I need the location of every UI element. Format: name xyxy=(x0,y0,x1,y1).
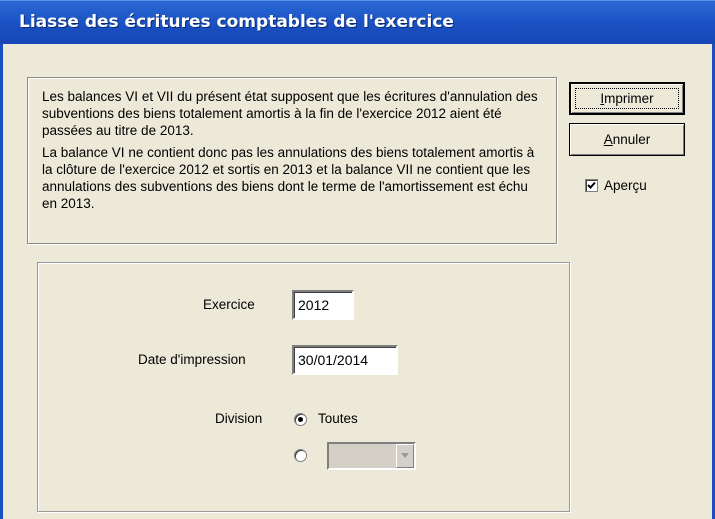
preview-checkbox[interactable] xyxy=(585,179,598,192)
exercice-input[interactable]: 2012 xyxy=(292,290,354,320)
checkmark-icon xyxy=(587,181,596,189)
chevron-down-icon xyxy=(401,453,409,458)
exercice-value: 2012 xyxy=(298,297,330,313)
exercice-label: Exercice xyxy=(203,297,255,312)
radio-selected-dot xyxy=(298,417,303,422)
cancel-mnemonic: A xyxy=(603,132,613,147)
date-impression-input[interactable]: 30/01/2014 xyxy=(292,345,398,375)
info-panel: Les balances VI et VII du présent état s… xyxy=(27,77,557,244)
division-all-label: Toutes xyxy=(318,411,358,426)
date-impression-label: Date d'impression xyxy=(138,352,246,367)
dropdown-arrow-button[interactable] xyxy=(396,444,414,468)
title-bar: Liasse des écritures comptables de l'exe… xyxy=(0,0,715,44)
division-specific-radio[interactable] xyxy=(294,449,307,462)
division-select[interactable] xyxy=(327,442,416,470)
cancel-button[interactable]: Annuler xyxy=(569,123,685,156)
window-title: Liasse des écritures comptables de l'exe… xyxy=(19,12,454,32)
preview-checkbox-row[interactable]: Aperçu xyxy=(585,178,647,193)
print-button[interactable]: Imprimer xyxy=(569,82,685,115)
info-paragraph-2: La balance VI ne contient donc pas les a… xyxy=(42,145,535,211)
print-button-label: Imprimer xyxy=(600,91,654,106)
window-frame-left xyxy=(0,44,3,519)
preview-label: Aperçu xyxy=(604,178,647,193)
cancel-button-label: Annuler xyxy=(603,132,651,147)
division-all-radio[interactable] xyxy=(294,413,307,426)
division-label: Division xyxy=(215,411,263,426)
date-impression-value: 30/01/2014 xyxy=(298,352,369,368)
info-paragraph-1: Les balances VI et VII du présent état s… xyxy=(42,89,538,138)
